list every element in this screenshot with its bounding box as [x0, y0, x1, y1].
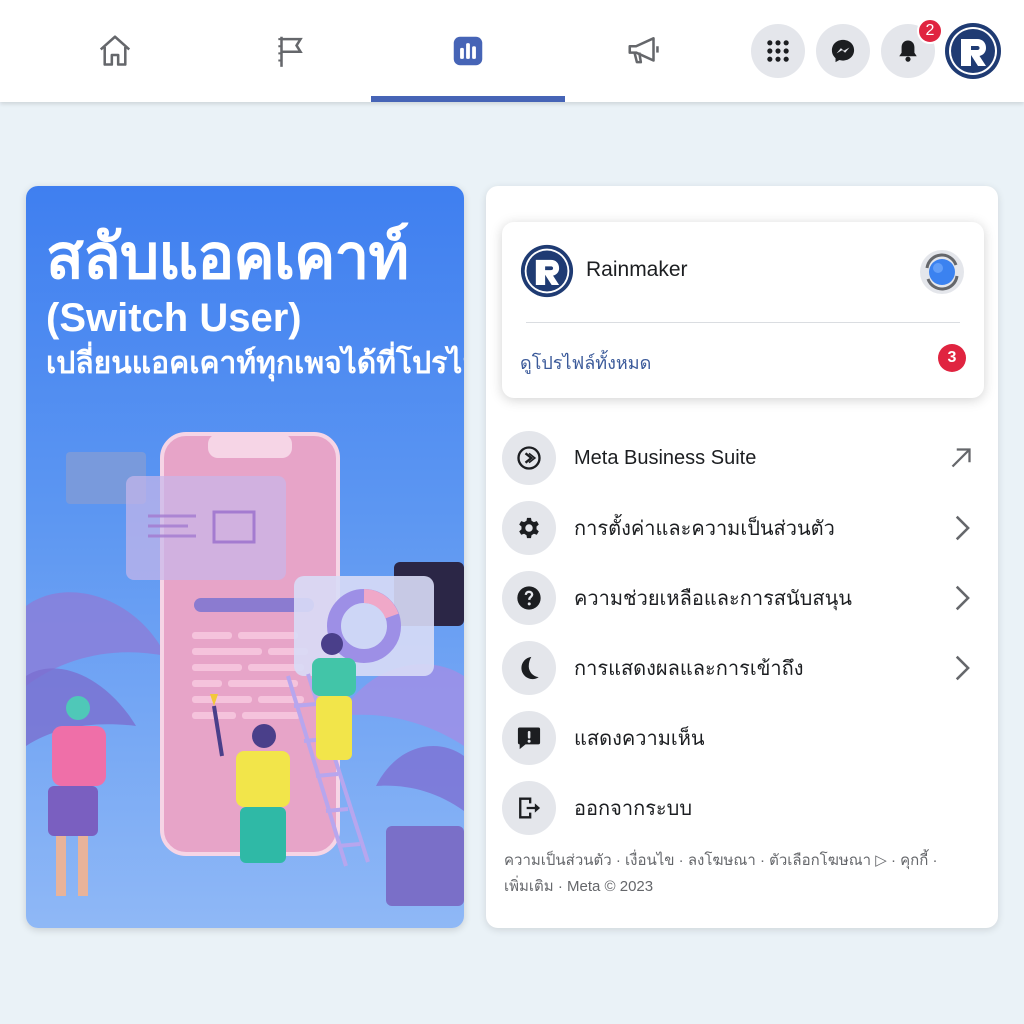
- phone-illustration: [26, 432, 464, 906]
- grid-menu-icon: [767, 40, 789, 62]
- footer-links-line-2[interactable]: เพิ่มเติม · Meta © 2023: [504, 874, 984, 900]
- external-arrow-icon: [951, 448, 971, 468]
- menu-label-give-feedback: แสดงความเห็น: [574, 728, 705, 750]
- bar-chart-icon: [453, 36, 483, 66]
- see-all-profiles-link[interactable]: ดูโปรไฟล์ทั้งหมด: [520, 348, 651, 377]
- profile-avatar[interactable]: [520, 244, 574, 298]
- switch-profile-icon[interactable]: [918, 248, 966, 296]
- rainmaker-logo: [945, 23, 1001, 79]
- tab-pages[interactable]: [194, 0, 388, 102]
- promo-tagline: เปลี่ยนแอคเคาท์ทุกเพจได้ที่โปรไฟล์: [46, 347, 464, 380]
- home-icon: [99, 35, 131, 66]
- menu-item-display-accessibility[interactable]: การแสดงผลและการเข้าถึง: [502, 638, 984, 698]
- top-navigation-bar: 2: [0, 0, 1024, 102]
- menu-label-settings-privacy: การตั้งค่าและความเป็นส่วนตัว: [574, 518, 835, 540]
- notification-badge: 2: [917, 18, 943, 44]
- logout-icon: [502, 781, 556, 835]
- menu-button[interactable]: [751, 24, 805, 78]
- menu-item-meta-business-suite[interactable]: Meta Business Suite: [502, 428, 984, 488]
- menu-item-help-support[interactable]: ความช่วยเหลือและการสนับสนุน: [502, 568, 984, 628]
- meta-business-suite-icon: [502, 431, 556, 485]
- tab-home[interactable]: [18, 0, 212, 102]
- footer-links-line-1[interactable]: ความเป็นส่วนตัว · เงื่อนไข · ลงโฆษณา · ต…: [504, 848, 984, 874]
- profiles-count-badge: 3: [938, 344, 966, 372]
- feedback-icon: [502, 711, 556, 765]
- flag-icon: [278, 36, 303, 67]
- messenger-button[interactable]: [816, 24, 870, 78]
- menu-item-give-feedback[interactable]: แสดงความเห็น: [502, 708, 984, 768]
- promo-title: สลับแอคเคาท์: [46, 223, 409, 292]
- menu-item-logout[interactable]: ออกจากระบบ: [502, 778, 984, 838]
- profile-card: Rainmaker ดูโปรไฟล์ทั้งหมด 3: [502, 222, 984, 398]
- chevron-right-icon: [955, 655, 970, 681]
- gear-icon: [502, 501, 556, 555]
- menu-label-display-accessibility: การแสดงผลและการเข้าถึง: [574, 658, 804, 680]
- menu-label-logout: ออกจากระบบ: [574, 798, 693, 820]
- account-avatar-button[interactable]: [944, 22, 1002, 80]
- help-icon: [502, 571, 556, 625]
- profile-divider: [526, 322, 960, 323]
- moon-icon: [502, 641, 556, 695]
- account-menu-panel: Rainmaker ดูโปรไฟล์ทั้งหมด 3 Meta Busine…: [486, 186, 998, 928]
- bell-icon: [899, 40, 917, 62]
- tab-dashboard[interactable]: [371, 0, 565, 102]
- megaphone-icon: [628, 37, 659, 64]
- profile-name[interactable]: Rainmaker: [586, 258, 688, 282]
- tab-ads[interactable]: [547, 0, 741, 102]
- switch-user-promo-banner: สลับแอคเคาท์ (Switch User) เปลี่ยนแอคเคา…: [26, 186, 464, 928]
- messenger-icon: [831, 39, 855, 63]
- footer-links[interactable]: ความเป็นส่วนตัว · เงื่อนไข · ลงโฆษณา · ต…: [504, 848, 984, 900]
- menu-item-settings-privacy[interactable]: การตั้งค่าและความเป็นส่วนตัว: [502, 498, 984, 558]
- notifications-button[interactable]: 2: [881, 18, 943, 78]
- chevron-right-icon: [955, 585, 970, 611]
- menu-label-help-support: ความช่วยเหลือและการสนับสนุน: [574, 588, 852, 610]
- rainmaker-logo: [520, 244, 574, 298]
- promo-subtitle: (Switch User): [46, 296, 302, 340]
- menu-label-meta-business-suite: Meta Business Suite: [574, 446, 757, 469]
- chevron-right-icon: [955, 515, 970, 541]
